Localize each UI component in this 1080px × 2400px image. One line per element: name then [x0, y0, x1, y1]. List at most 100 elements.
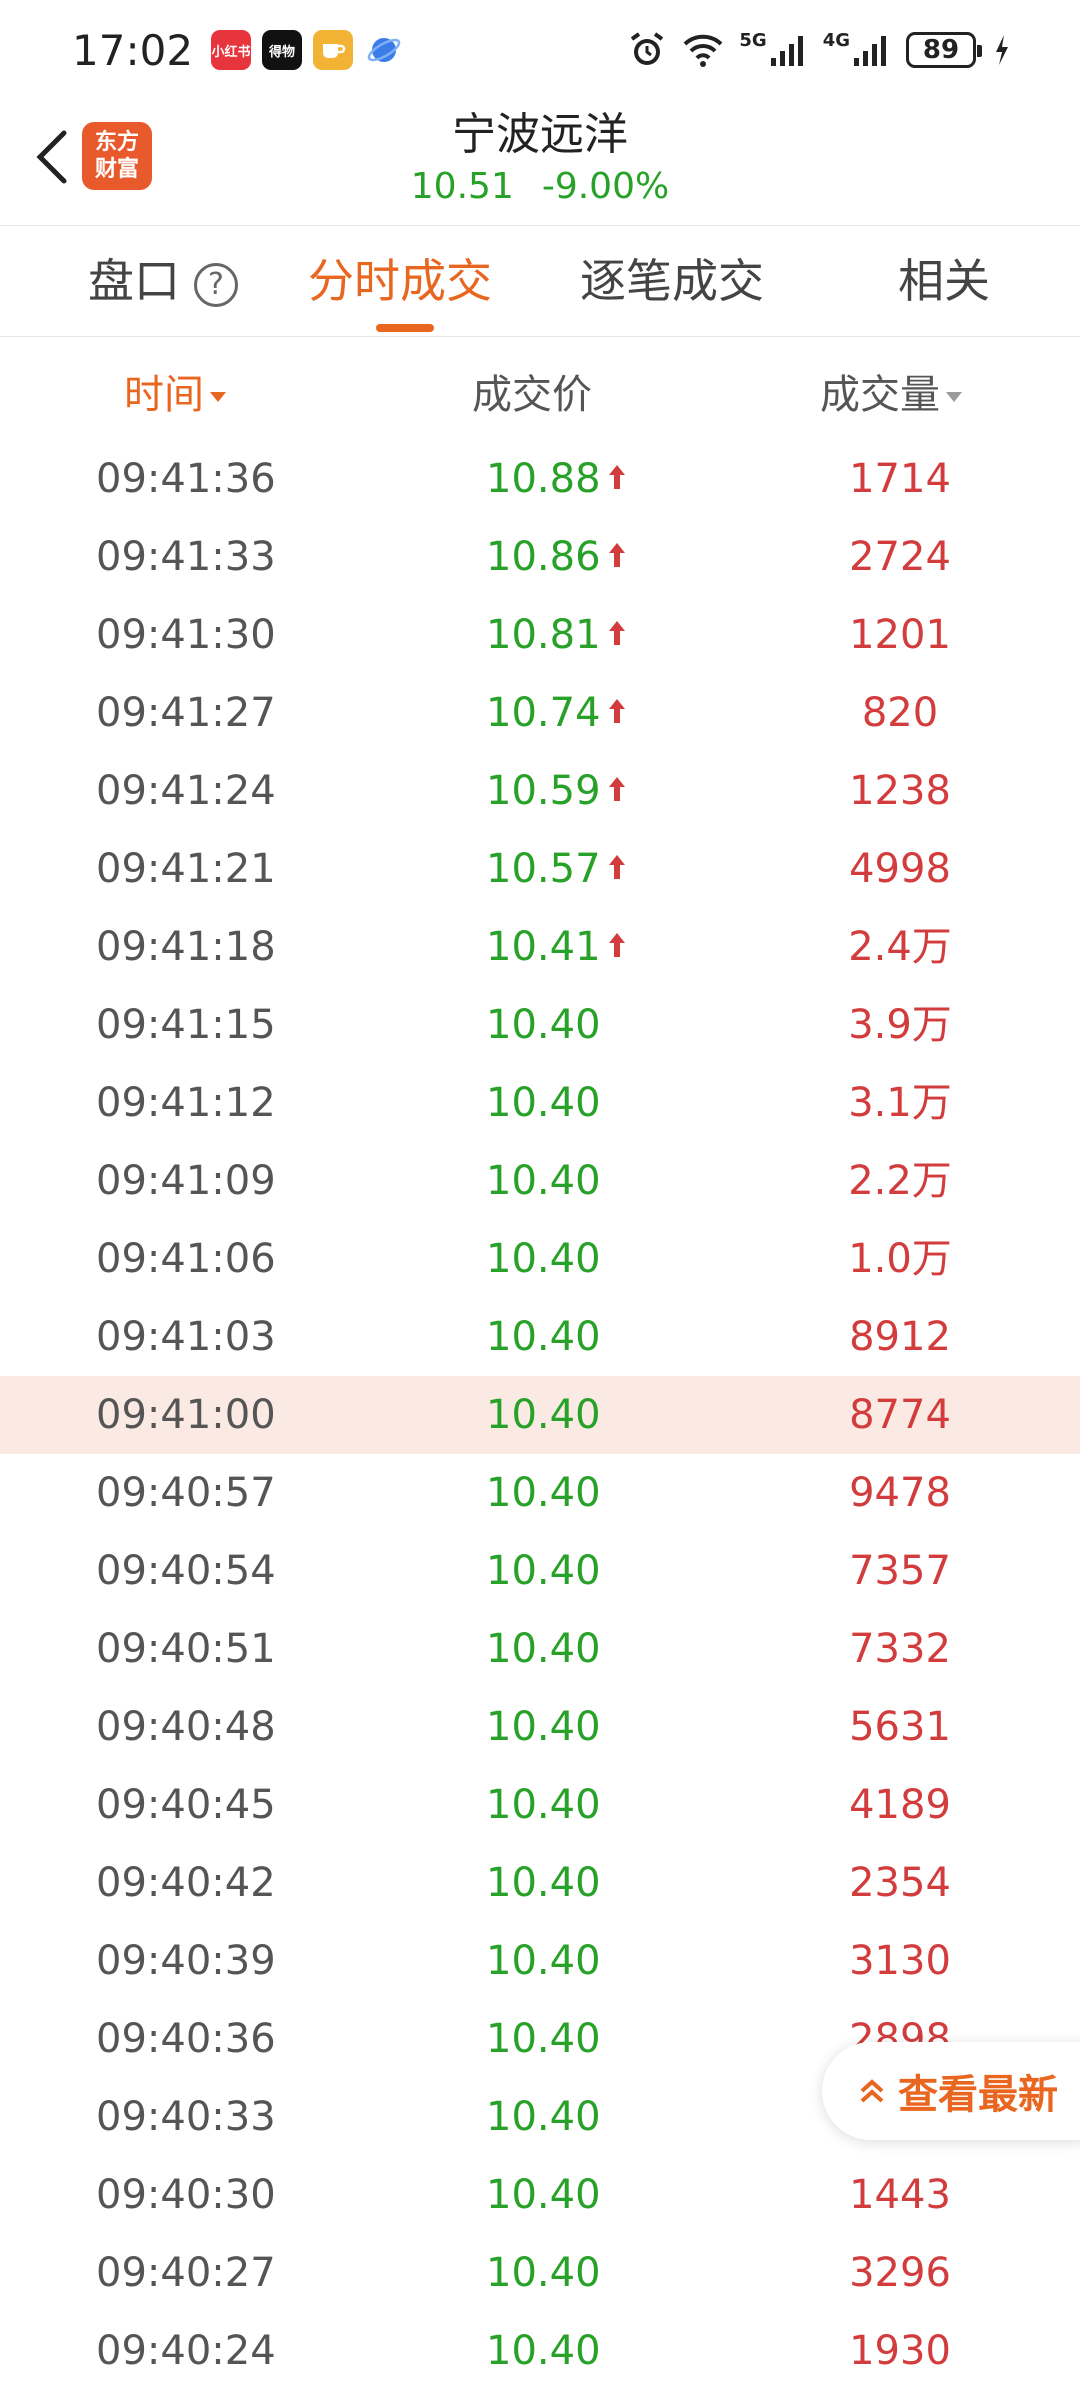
trade-price: 10.40 — [486, 1688, 601, 1766]
trade-price-value: 10.40 — [486, 1002, 601, 1048]
trade-price: 10.59 — [486, 752, 627, 830]
trade-price-value: 10.40 — [486, 1236, 601, 1282]
trade-price: 10.57 — [486, 830, 627, 908]
up-arrow-icon — [608, 699, 625, 723]
trade-time: 09:41:30 — [96, 612, 276, 658]
table-row: 09:41:30 10.81 1201 — [0, 596, 1080, 674]
alarm-icon — [627, 30, 667, 70]
trade-volume: 4998 — [849, 846, 951, 892]
stock-quote: 10.51 -9.00% — [0, 162, 1080, 212]
trade-volume: 1238 — [849, 768, 951, 814]
trade-price-value: 10.86 — [486, 534, 601, 580]
stock-header: 东方 财富 宁波远洋 10.51 -9.00% — [0, 100, 1080, 225]
trade-price: 10.41 — [486, 908, 627, 986]
trade-price-value: 10.40 — [486, 1938, 601, 1984]
trade-price: 10.40 — [486, 1298, 601, 1376]
table-row: 09:40:54 10.40 7357 — [0, 1532, 1080, 1610]
trade-price-value: 10.40 — [486, 2172, 601, 2218]
trade-time: 09:41:21 — [96, 846, 276, 892]
trade-price-value: 10.40 — [486, 1860, 601, 1906]
column-price-label: 成交价 — [472, 372, 592, 418]
table-row: 09:41:03 10.40 8912 — [0, 1298, 1080, 1376]
table-row: 09:41:18 10.41 2.4万 — [0, 908, 1080, 986]
trade-time: 09:40:27 — [96, 2250, 276, 2296]
trade-time: 09:41:27 — [96, 690, 276, 736]
status-icons: 5G 4G 89 — [627, 30, 1010, 70]
trade-time: 09:40:57 — [96, 1470, 276, 1516]
trade-price: 10.86 — [486, 518, 627, 596]
trade-time: 09:41:12 — [96, 1080, 276, 1126]
view-latest-button[interactable]: 查看最新 — [822, 2042, 1080, 2140]
stock-price: 10.51 — [410, 166, 514, 207]
trade-price-value: 10.57 — [486, 846, 601, 892]
table-row: 09:41:21 10.57 4998 — [0, 830, 1080, 908]
xiaohongshu-icon: 小红书 — [211, 30, 252, 70]
trade-price: 10.88 — [486, 440, 627, 518]
tab-tick-trades[interactable]: 逐笔成交 — [580, 226, 764, 336]
trade-price: 10.40 — [486, 1844, 601, 1922]
trade-price: 10.40 — [486, 1220, 601, 1298]
table-row: 09:40:57 10.40 9478 — [0, 1454, 1080, 1532]
trade-volume: 5631 — [849, 1704, 951, 1750]
tab-related[interactable]: 相关 — [898, 226, 990, 336]
column-header-time[interactable]: 时间 — [124, 360, 226, 430]
trade-price-value: 10.40 — [486, 1626, 601, 1672]
table-row: 09:41:24 10.59 1238 — [0, 752, 1080, 830]
trade-volume: 7332 — [849, 1626, 951, 1672]
trade-volume: 2.4万 — [848, 924, 952, 970]
up-arrow-icon — [608, 621, 625, 645]
browser-icon — [364, 30, 404, 70]
trade-price-value: 10.88 — [486, 456, 601, 502]
charging-icon — [994, 30, 1010, 70]
table-row: 09:40:48 10.40 5631 — [0, 1688, 1080, 1766]
table-row: 09:40:24 10.40 1930 — [0, 2312, 1080, 2390]
trade-price: 10.40 — [486, 2078, 601, 2156]
trade-price-value: 10.40 — [486, 2250, 601, 2296]
trade-volume: 1201 — [849, 612, 951, 658]
tab-bar: 盘口? 分时成交 逐笔成交 相关 — [0, 225, 1080, 337]
trade-price: 10.40 — [486, 1766, 601, 1844]
trade-price: 10.40 — [486, 2156, 601, 2234]
trade-price: 10.74 — [486, 674, 627, 752]
cup-app-icon — [313, 30, 354, 70]
trade-volume: 2724 — [849, 534, 951, 580]
trade-volume: 2.2万 — [848, 1158, 952, 1204]
trade-price-value: 10.40 — [486, 2016, 601, 2062]
up-arrow-icon — [608, 777, 625, 801]
trade-time: 09:41:18 — [96, 924, 276, 970]
trade-volume: 3.1万 — [848, 1080, 952, 1126]
trade-time: 09:40:36 — [96, 2016, 276, 2062]
column-header-volume[interactable]: 成交量 — [820, 360, 962, 430]
table-row: 09:41:15 10.40 3.9万 — [0, 986, 1080, 1064]
trade-time: 09:40:45 — [96, 1782, 276, 1828]
trade-price: 10.40 — [486, 1142, 601, 1220]
tab-intraday-trades[interactable]: 分时成交 — [308, 226, 492, 336]
dewu-icon: 得物 — [262, 30, 303, 70]
trade-time: 09:40:51 — [96, 1626, 276, 1672]
trade-time: 09:40:33 — [96, 2094, 276, 2140]
table-row: 09:40:51 10.40 7332 — [0, 1610, 1080, 1688]
stock-change: -9.00% — [541, 166, 670, 207]
trade-price-value: 10.40 — [486, 2328, 601, 2374]
trade-price-value: 10.40 — [486, 1080, 601, 1126]
trade-time: 09:41:06 — [96, 1236, 276, 1282]
tab-related-label: 相关 — [898, 254, 990, 308]
trade-time: 09:40:42 — [96, 1860, 276, 1906]
trade-price: 10.40 — [486, 1064, 601, 1142]
tab-intraday-trades-label: 分时成交 — [308, 254, 492, 308]
help-icon[interactable]: ? — [194, 262, 238, 307]
table-row: 09:41:27 10.74 820 — [0, 674, 1080, 752]
trade-volume: 1.0万 — [848, 1236, 952, 1282]
trade-price: 10.40 — [486, 986, 601, 1064]
table-row: 09:40:30 10.40 1443 — [0, 2156, 1080, 2234]
battery-indicator: 89 — [906, 32, 982, 68]
trade-price: 10.40 — [486, 2234, 601, 2312]
trade-price-value: 10.40 — [486, 2094, 601, 2140]
trade-price-value: 10.40 — [486, 1470, 601, 1516]
trade-price-value: 10.74 — [486, 690, 601, 736]
trade-price-value: 10.40 — [486, 1704, 601, 1750]
trade-volume: 4189 — [849, 1782, 951, 1828]
trade-time: 09:41:15 — [96, 1002, 276, 1048]
tab-pankou[interactable]: 盘口? — [88, 226, 238, 336]
trade-time: 09:40:54 — [96, 1548, 276, 1594]
